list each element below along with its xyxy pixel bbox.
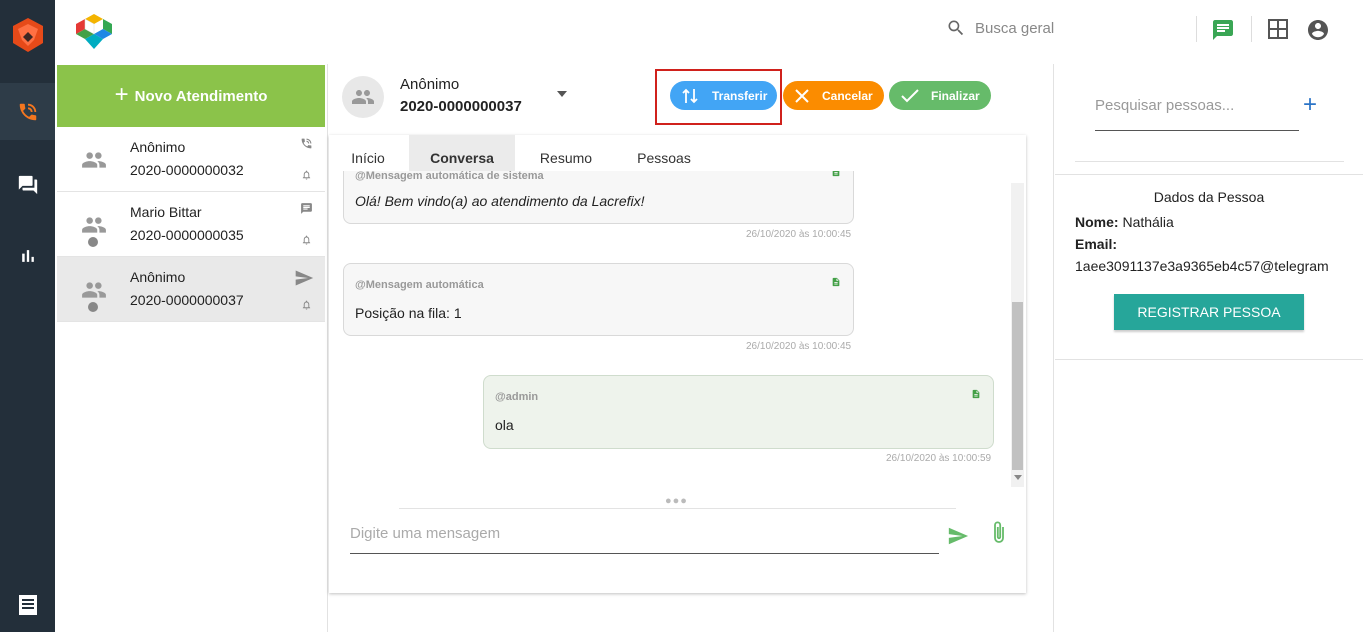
message-text: Posição na fila: 1: [355, 305, 462, 321]
conversation-code: 2020-0000000037: [130, 292, 244, 308]
own-message-bubble: @admin ola: [483, 375, 994, 449]
phone-icon: [301, 138, 312, 149]
conversation-name: Anônimo: [130, 139, 186, 155]
contact-avatar: [342, 76, 384, 118]
person-details-title: Dados da Pessoa: [1153, 189, 1265, 205]
brand-logo-icon: [73, 12, 115, 52]
document-icon[interactable]: [831, 171, 841, 178]
cancel-button[interactable]: Cancelar: [783, 81, 884, 110]
group-avatar-icon: [82, 217, 106, 233]
person-search-input[interactable]: Pesquisar pessoas...: [1095, 93, 1299, 131]
toolbar-divider: [1251, 16, 1252, 42]
message-list[interactable]: @Mensagem automática de sistema Olá! Bem…: [329, 171, 1026, 487]
cancel-label: Cancelar: [822, 88, 873, 103]
global-search[interactable]: Busca geral: [946, 18, 1054, 38]
status-dot: [88, 237, 98, 247]
group-avatar-icon: [352, 90, 374, 104]
new-attendance-label: Novo Atendimento: [134, 87, 268, 105]
conversation-code: 2020-0000000032: [130, 162, 244, 178]
message-text: Olá! Bem vindo(a) ao atendimento da Lacr…: [355, 193, 645, 209]
column-divider: [327, 64, 328, 632]
search-icon: [948, 20, 964, 36]
plus-icon: +: [114, 81, 129, 108]
group-avatar-icon: [82, 152, 106, 168]
nav-attendance-icon[interactable]: [0, 83, 55, 140]
scrollbar-thumb[interactable]: [1012, 302, 1023, 470]
chat-tabs: Início Conversa Resumo Pessoas: [329, 135, 1026, 171]
finish-button[interactable]: Finalizar: [889, 81, 991, 110]
person-name-row: Nome: Nathália: [1075, 214, 1174, 230]
message-timestamp: 26/10/2020 às 10:00:45: [746, 341, 852, 352]
divider: [1075, 161, 1344, 162]
telegram-icon: [295, 270, 314, 286]
tab-conversa[interactable]: Conversa: [409, 135, 515, 171]
scroll-down-arrow-icon[interactable]: [1014, 475, 1022, 480]
person-email-label: Email:: [1075, 236, 1118, 252]
fox-logo-icon: [12, 18, 44, 52]
conversation-list-panel: + Novo Atendimento Anônimo 2020-00000000…: [57, 65, 325, 632]
check-icon: [901, 88, 919, 102]
chevron-down-icon[interactable]: [557, 91, 567, 97]
finish-label: Finalizar: [931, 88, 980, 103]
messages-icon[interactable]: [1211, 18, 1235, 42]
contact-name: Anônimo: [400, 76, 460, 93]
add-person-icon[interactable]: +: [1303, 93, 1317, 117]
tab-pessoas[interactable]: Pessoas: [629, 135, 699, 171]
message-sender: @Mensagem automática: [355, 279, 484, 291]
message-timestamp: 26/10/2020 às 10:00:45: [746, 229, 852, 240]
message-timestamp: 26/10/2020 às 10:00:59: [886, 453, 992, 464]
close-icon: [795, 88, 809, 103]
status-dot: [88, 302, 98, 312]
bell-icon[interactable]: [301, 234, 312, 246]
group-avatar-icon: [82, 282, 106, 298]
tab-resumo[interactable]: Resumo: [530, 135, 602, 171]
message-bubble: @Mensagem automática de sistema Olá! Bem…: [343, 171, 854, 224]
conversation-code: 2020-0000000035: [130, 227, 244, 243]
divider: [399, 508, 956, 509]
send-icon[interactable]: [946, 525, 970, 547]
message-text: ola: [495, 417, 514, 433]
account-icon[interactable]: [1306, 18, 1330, 42]
drag-handle-icon[interactable]: ●●●: [665, 495, 688, 507]
toolbar-divider: [1196, 16, 1197, 42]
grid-icon[interactable]: [1267, 18, 1291, 42]
message-input[interactable]: Digite uma mensagem: [350, 521, 939, 554]
column-divider: [1053, 64, 1054, 632]
new-attendance-button[interactable]: + Novo Atendimento: [57, 65, 325, 127]
nav-reports-icon[interactable]: [0, 227, 55, 284]
conversation-item-selected[interactable]: Anônimo 2020-0000000037: [57, 257, 325, 322]
search-placeholder: Busca geral: [975, 19, 1055, 37]
message-sender: @Mensagem automática de sistema: [355, 171, 544, 182]
register-person-button[interactable]: REGISTRAR PESSOA: [1114, 294, 1304, 330]
chat-panel: Início Conversa Resumo Pessoas @Mensagem…: [329, 135, 1026, 593]
nav-receipt-icon[interactable]: [0, 576, 55, 633]
conversation-name: Anônimo: [130, 269, 186, 285]
bell-icon[interactable]: [301, 169, 312, 181]
person-email-value: 1aee3091137e3a9365eb4c57@telegram: [1075, 258, 1329, 274]
message-bubble: @Mensagem automática Posição na fila: 1: [343, 263, 854, 336]
transfer-highlight-box: [655, 69, 782, 125]
contact-code: 2020-0000000037: [400, 98, 522, 115]
bell-icon[interactable]: [301, 299, 312, 311]
chat-icon: [301, 203, 312, 214]
conversation-item[interactable]: Anônimo 2020-0000000032: [57, 127, 325, 192]
top-bar: Busca geral: [55, 0, 1366, 64]
tab-inicio[interactable]: Início: [340, 135, 396, 171]
document-icon[interactable]: [971, 388, 981, 400]
person-name-label: Nome:: [1075, 214, 1119, 230]
person-name-value: Nathália: [1122, 214, 1174, 230]
attachment-icon[interactable]: [991, 519, 1007, 545]
conversation-name: Mario Bittar: [130, 204, 202, 220]
message-sender: @admin: [495, 391, 539, 403]
person-details: Dados da Pessoa Nome: Nathália Email: 1a…: [1055, 174, 1363, 360]
conversation-item[interactable]: Mario Bittar 2020-0000000035: [57, 192, 325, 257]
nav-chat-icon[interactable]: [0, 156, 55, 213]
side-nav: [0, 0, 55, 632]
document-icon[interactable]: [831, 276, 841, 288]
